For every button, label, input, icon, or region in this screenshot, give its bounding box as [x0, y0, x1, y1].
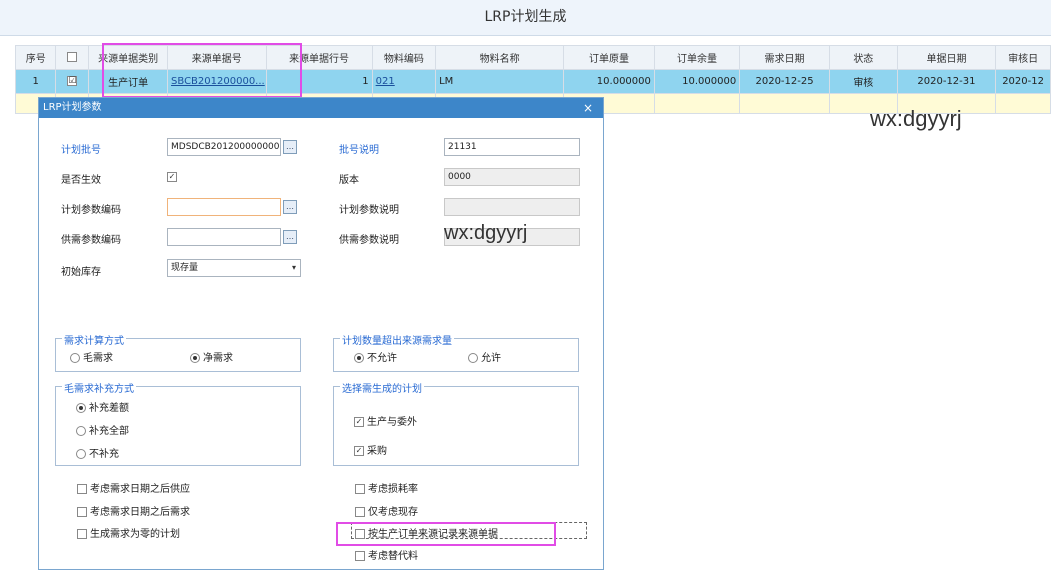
over-demand-group: 计划数量超出来源需求量 不允许 允许	[333, 332, 579, 372]
lrp-params-dialog: LRP计划参数 × 计划批号 MDSDCB2012000000000: … 批号…	[38, 97, 604, 570]
substitute-material-check[interactable]: 考虑替代料	[355, 547, 418, 562]
supply-param-code-label: 供需参数编码	[61, 235, 121, 246]
select-all-checkbox[interactable]	[67, 52, 78, 62]
close-icon[interactable]: ×	[583, 98, 593, 118]
row-checkbox[interactable]: ☑	[67, 76, 78, 86]
cell-doc-date: 2020-12-31	[896, 69, 997, 94]
demand-calc-group: 需求计算方式 毛需求 净需求	[55, 332, 301, 372]
plan-select-title: 选择需生成的计划	[340, 380, 424, 395]
dialog-title-bar[interactable]: LRP计划参数 ×	[39, 98, 603, 118]
supply-param-code-input[interactable]	[167, 228, 281, 246]
source-columns-highlight	[102, 43, 302, 98]
zero-demand-plan-check[interactable]: 生成需求为零的计划	[77, 525, 180, 540]
col-order-qty[interactable]: 订单原量	[563, 45, 655, 70]
supply-param-desc-label: 供需参数说明	[339, 235, 399, 246]
plan-select-group: 选择需生成的计划 ✓ 生产与委外 ✓ 采购	[333, 380, 579, 466]
col-seq[interactable]: 序号	[14, 45, 57, 70]
allow-radio[interactable]: 允许	[468, 349, 501, 364]
cell-material-name: LM	[435, 69, 565, 94]
watermark: wx:dgyyrj	[444, 222, 528, 244]
gross-supplement-group: 毛需求补充方式 补充差额 补充全部 不补充	[55, 380, 301, 466]
cell-seq: 1	[14, 69, 57, 94]
version-input: 0000	[444, 168, 580, 186]
net-demand-radio[interactable]: 净需求	[190, 349, 233, 364]
cell-status: 审核	[828, 69, 898, 94]
col-demand-date[interactable]: 需求日期	[739, 45, 830, 70]
supplement-all-radio[interactable]: 补充全部	[76, 422, 129, 437]
dialog-body: 计划批号 MDSDCB2012000000000: … 批号说明 21131 是…	[39, 119, 603, 569]
window-title: LRP计划生成	[0, 0, 1051, 36]
cell-material-code[interactable]: 021	[371, 69, 437, 94]
plan-batch-lookup-icon[interactable]: …	[283, 140, 297, 154]
plan-param-code-input[interactable]	[167, 198, 281, 216]
dialog-title: LRP计划参数	[43, 102, 102, 113]
on-hand-only-check[interactable]: 仅考虑现存	[355, 503, 418, 518]
supply-param-lookup-icon[interactable]: …	[283, 230, 297, 244]
init-stock-value: 现存量	[171, 263, 199, 273]
over-demand-title: 计划数量超出来源需求量	[340, 332, 454, 347]
init-stock-label: 初始库存	[61, 267, 101, 278]
col-doc-date[interactable]: 单据日期	[896, 45, 997, 70]
version-label: 版本	[339, 175, 359, 186]
init-stock-select[interactable]: 现存量 ▾	[167, 259, 301, 277]
cell-remain-qty: 10.000000	[653, 69, 741, 94]
purchase-check[interactable]: ✓ 采购	[354, 442, 387, 457]
plan-param-desc-label: 计划参数说明	[339, 205, 399, 216]
batch-desc-label: 批号说明	[339, 145, 379, 156]
material-code-link[interactable]: 021	[376, 76, 395, 87]
after-demand-supply-check[interactable]: 考虑需求日期之后供应	[77, 480, 190, 495]
chevron-down-icon[interactable]: ▾	[292, 260, 296, 276]
watermark: wx:dgyyrj	[870, 106, 962, 131]
cell-select[interactable]: ☑	[55, 69, 90, 94]
col-material-name[interactable]: 物料名称	[435, 45, 565, 70]
plan-param-desc-input	[444, 198, 580, 216]
col-status[interactable]: 状态	[828, 45, 898, 70]
loss-rate-check[interactable]: 考虑损耗率	[355, 480, 418, 495]
gross-demand-radio[interactable]: 毛需求	[70, 349, 113, 364]
effective-label: 是否生效	[61, 175, 101, 186]
record-source-highlight	[336, 522, 556, 546]
col-select-all[interactable]	[55, 45, 90, 70]
production-outsource-check[interactable]: ✓ 生产与委外	[354, 413, 417, 428]
col-audit-date[interactable]: 审核日	[995, 45, 1051, 70]
col-material-code[interactable]: 物料编码	[371, 45, 437, 70]
cell-audit-date: 2020-12	[995, 69, 1051, 94]
col-remain-qty[interactable]: 订单余量	[653, 45, 741, 70]
demand-calc-title: 需求计算方式	[62, 332, 126, 347]
plan-batch-label: 计划批号	[61, 145, 101, 156]
plan-batch-input[interactable]: MDSDCB2012000000000:	[167, 138, 281, 156]
not-allow-radio[interactable]: 不允许	[354, 349, 397, 364]
no-supplement-radio[interactable]: 不补充	[76, 445, 119, 460]
gross-supplement-title: 毛需求补充方式	[62, 380, 136, 395]
effective-checkbox[interactable]: ✓	[167, 172, 177, 182]
supplement-diff-radio[interactable]: 补充差额	[76, 399, 129, 414]
plan-param-code-label: 计划参数编码	[61, 205, 121, 216]
plan-param-lookup-icon[interactable]: …	[283, 200, 297, 214]
batch-desc-input[interactable]: 21131	[444, 138, 580, 156]
cell-demand-date: 2020-12-25	[739, 69, 830, 94]
after-demand-demand-check[interactable]: 考虑需求日期之后需求	[77, 503, 190, 518]
cell-order-qty: 10.000000	[563, 69, 655, 94]
